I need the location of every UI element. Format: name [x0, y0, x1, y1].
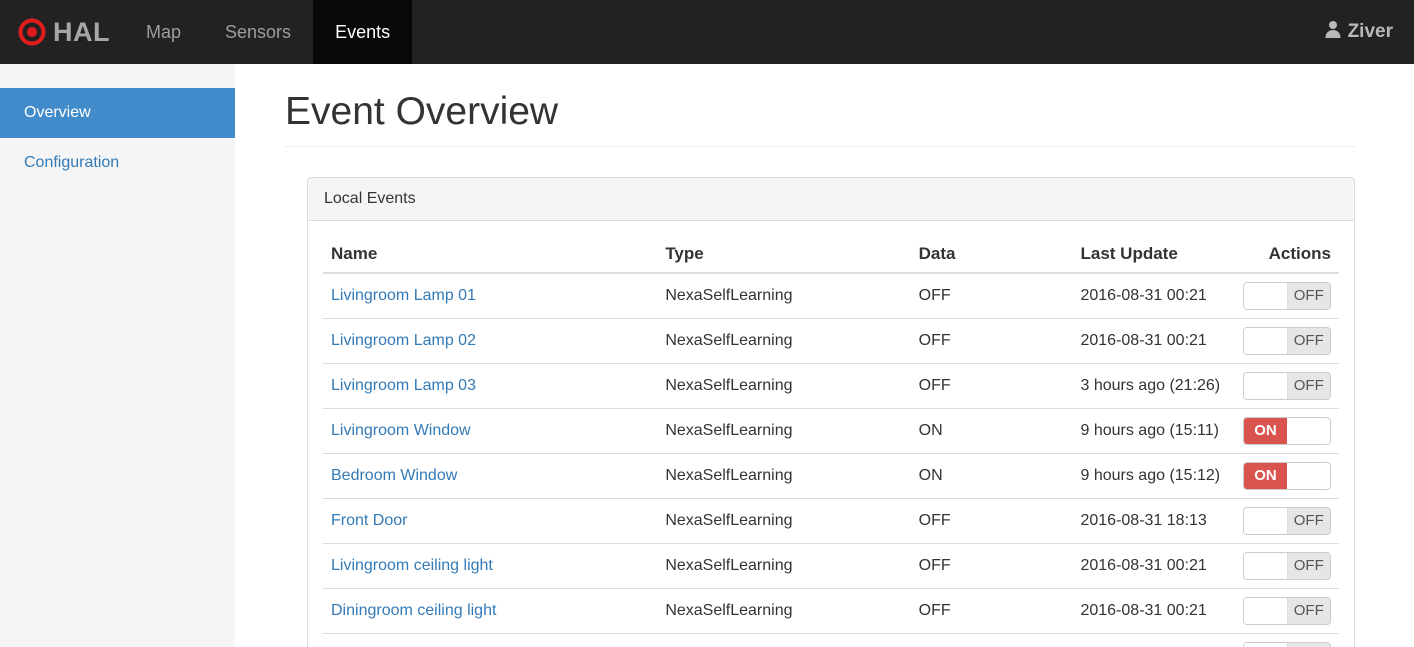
event-type: NexaSelfLearning: [657, 497, 911, 544]
toggle-off-label: OFF: [1287, 327, 1330, 354]
column-header-last-update: Last Update: [1072, 235, 1235, 274]
event-last-update: 2016-08-31 00:21: [1072, 587, 1235, 634]
nav-item-events[interactable]: Events: [313, 0, 413, 64]
toggle-off-label: OFF: [1287, 642, 1330, 647]
event-data: OFF: [910, 317, 1073, 364]
main-nav: Map Sensors Events: [124, 0, 413, 64]
column-header-actions: Actions: [1234, 235, 1339, 274]
event-name-link[interactable]: Livingroom Lamp 02: [331, 332, 476, 349]
local-events-panel: Local Events Name Type Data Last Update …: [307, 176, 1355, 647]
event-type: NexaSelfLearning: [657, 632, 911, 647]
power-toggle[interactable]: ON OFF: [1243, 641, 1331, 647]
toggle-off-label: OFF: [1287, 372, 1330, 399]
user-menu[interactable]: Ziver: [1323, 0, 1414, 64]
sidebar-item-configuration[interactable]: Configuration: [0, 138, 235, 188]
panel-body: Name Type Data Last Update Actions Livin…: [308, 221, 1354, 647]
table-row: Front Door NexaSelfLearning OFF 2016-08-…: [323, 497, 1339, 544]
column-header-type: Type: [657, 235, 911, 274]
table-row: Livingroom Window NexaSelfLearning ON 9 …: [323, 407, 1339, 454]
main-content: Event Overview Local Events Name Type Da…: [235, 64, 1414, 647]
toggle-handle: [1244, 372, 1288, 399]
events-table-body: Livingroom Lamp 01 NexaSelfLearning OFF …: [323, 273, 1339, 647]
table-row: Kitchen ceiling light NexaSelfLearning O…: [323, 632, 1339, 647]
event-last-update: 3 hours ago (21:26): [1072, 362, 1235, 409]
toggle-off-label: OFF: [1287, 282, 1330, 309]
toggle-handle: [1244, 552, 1288, 579]
toggle-handle: [1244, 507, 1288, 534]
event-name-link[interactable]: Livingroom Lamp 03: [331, 377, 476, 394]
event-data: ON: [910, 407, 1073, 454]
table-row: Livingroom Lamp 01 NexaSelfLearning OFF …: [323, 273, 1339, 319]
toggle-handle: [1287, 417, 1330, 444]
power-toggle[interactable]: ON OFF: [1243, 416, 1331, 445]
event-data: ON: [910, 452, 1073, 499]
event-last-update: 2016-08-31 00:21: [1072, 317, 1235, 364]
toggle-handle: [1287, 462, 1330, 489]
power-toggle[interactable]: ON OFF: [1243, 281, 1331, 310]
power-toggle[interactable]: ON OFF: [1243, 596, 1331, 625]
toggle-handle: [1244, 282, 1288, 309]
toggle-on-label: ON: [1244, 417, 1287, 444]
event-data: OFF: [910, 632, 1073, 647]
power-toggle[interactable]: ON OFF: [1243, 326, 1331, 355]
power-toggle[interactable]: ON OFF: [1243, 461, 1331, 490]
power-toggle[interactable]: ON OFF: [1243, 506, 1331, 535]
user-name: Ziver: [1347, 21, 1393, 42]
event-data: OFF: [910, 542, 1073, 589]
event-data: OFF: [910, 587, 1073, 634]
toggle-off-label: OFF: [1287, 552, 1330, 579]
sidebar-item-overview[interactable]: Overview: [0, 88, 235, 138]
event-type: NexaSelfLearning: [657, 587, 911, 634]
event-last-update: 9 hours ago (15:12): [1072, 452, 1235, 499]
brand-label: HAL: [53, 16, 110, 47]
events-table: Name Type Data Last Update Actions Livin…: [323, 235, 1339, 647]
event-data: OFF: [910, 497, 1073, 544]
column-header-data: Data: [910, 235, 1073, 274]
brand[interactable]: HAL: [0, 0, 124, 64]
user-icon: [1323, 19, 1343, 45]
event-name-link[interactable]: Livingroom Lamp 01: [331, 287, 476, 304]
event-type: NexaSelfLearning: [665, 286, 793, 304]
toggle-handle: [1244, 642, 1288, 647]
event-type: NexaSelfLearning: [657, 452, 911, 499]
event-last-update: 2016-08-31 00:21: [1072, 542, 1235, 589]
sidebar-item-label: Configuration: [24, 154, 120, 171]
table-row: Diningroom ceiling light NexaSelfLearnin…: [323, 587, 1339, 634]
power-toggle[interactable]: ON OFF: [1243, 551, 1331, 580]
event-type: NexaSelfLearning: [657, 317, 911, 364]
column-header-name: Name: [323, 235, 658, 274]
event-data: OFF: [918, 286, 951, 304]
table-row: Livingroom ceiling light NexaSelfLearnin…: [323, 542, 1339, 589]
event-name-link[interactable]: Diningroom ceiling light: [331, 602, 496, 619]
event-last-update: 2016-08-31 00:21: [1080, 286, 1207, 304]
sidebar: Overview Configuration: [0, 64, 235, 647]
nav-item-sensors[interactable]: Sensors: [203, 0, 313, 64]
event-name-link[interactable]: Livingroom Window: [331, 422, 471, 439]
event-last-update: 2016-08-31 18:13: [1072, 497, 1235, 544]
event-name-link[interactable]: Livingroom ceiling light: [331, 557, 493, 574]
toggle-handle: [1244, 597, 1288, 624]
event-name-link[interactable]: Bedroom Window: [331, 467, 457, 484]
event-type: NexaSelfLearning: [657, 407, 911, 454]
page-title: Event Overview: [285, 90, 1355, 147]
toggle-on-label: ON: [1244, 462, 1287, 489]
sidebar-item-label: Overview: [24, 104, 91, 121]
hal-logo-icon: [18, 18, 46, 46]
table-row: Bedroom Window NexaSelfLearning ON 9 hou…: [323, 452, 1339, 499]
power-toggle[interactable]: ON OFF: [1243, 371, 1331, 400]
toggle-handle: [1244, 327, 1288, 354]
toggle-off-label: OFF: [1287, 507, 1330, 534]
table-row: Livingroom Lamp 02 NexaSelfLearning OFF …: [323, 317, 1339, 364]
event-type: NexaSelfLearning: [657, 542, 911, 589]
toggle-off-label: OFF: [1287, 597, 1330, 624]
event-name-link[interactable]: Front Door: [331, 512, 407, 529]
event-last-update: 9 hours ago (15:11): [1072, 407, 1235, 454]
nav-item-map[interactable]: Map: [124, 0, 203, 64]
event-data: OFF: [910, 362, 1073, 409]
event-last-update: 2016-08-31 00:21: [1072, 632, 1235, 647]
event-type: NexaSelfLearning: [657, 362, 911, 409]
panel-title: Local Events: [308, 177, 1354, 221]
top-navbar: HAL Map Sensors Events Ziver: [0, 0, 1414, 64]
table-row: Livingroom Lamp 03 NexaSelfLearning OFF …: [323, 362, 1339, 409]
